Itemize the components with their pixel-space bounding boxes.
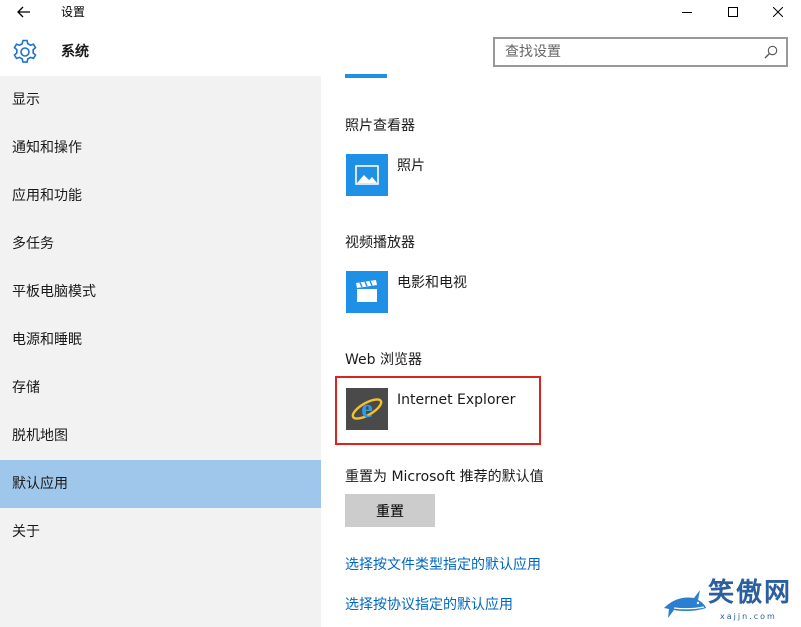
close-icon bbox=[773, 7, 783, 17]
maximize-button[interactable] bbox=[710, 0, 756, 24]
photo-viewer-heading: 照片查看器 bbox=[345, 118, 415, 134]
sidebar: 系统 显示 通知和操作 应用和功能 多任务 平板电脑模式 电源和睡眠 存储 脱机… bbox=[0, 24, 321, 627]
sidebar-header: 系统 bbox=[0, 24, 321, 76]
choose-by-protocol-link[interactable]: 选择按协议指定的默认应用 bbox=[345, 596, 513, 614]
photos-app-name[interactable]: 照片 bbox=[397, 157, 425, 175]
close-button[interactable] bbox=[755, 0, 801, 24]
sidebar-item-label: 多任务 bbox=[12, 236, 54, 252]
sidebar-item-notifications[interactable]: 通知和操作 bbox=[0, 124, 321, 172]
movies-tv-app-name[interactable]: 电影和电视 bbox=[397, 274, 467, 292]
sidebar-item-label: 存储 bbox=[12, 380, 40, 396]
minimize-icon bbox=[682, 12, 692, 13]
sidebar-item-label: 默认应用 bbox=[12, 476, 68, 492]
watermark-text: 笑傲网 bbox=[708, 578, 793, 608]
sidebar-item-display[interactable]: 显示 bbox=[0, 76, 321, 124]
title-bar: 设置 bbox=[0, 0, 801, 24]
sidebar-item-label: 通知和操作 bbox=[12, 140, 82, 156]
internet-explorer-app-name[interactable]: Internet Explorer bbox=[397, 391, 515, 409]
movies-tv-icon[interactable] bbox=[346, 271, 388, 313]
svg-text:e: e bbox=[361, 394, 373, 423]
sidebar-item-about[interactable]: 关于 bbox=[0, 508, 321, 556]
sidebar-item-label: 关于 bbox=[12, 524, 40, 540]
sidebar-item-label: 显示 bbox=[12, 92, 40, 108]
section-title: 系统 bbox=[61, 44, 89, 60]
back-arrow-icon bbox=[17, 6, 30, 18]
search-box[interactable] bbox=[493, 37, 788, 67]
sidebar-item-default-apps[interactable]: 默认应用 bbox=[0, 460, 321, 508]
reset-button[interactable]: 重置 bbox=[345, 494, 435, 527]
search-input[interactable] bbox=[505, 44, 745, 60]
sidebar-item-tablet-mode[interactable]: 平板电脑模式 bbox=[0, 268, 321, 316]
sidebar-item-apps-features[interactable]: 应用和功能 bbox=[0, 172, 321, 220]
window-title: 设置 bbox=[61, 5, 86, 19]
sidebar-item-label: 应用和功能 bbox=[12, 188, 82, 204]
maximize-icon bbox=[728, 7, 738, 17]
watermark-sub: xajjn.com bbox=[720, 612, 777, 621]
sidebar-item-label: 脱机地图 bbox=[12, 428, 68, 444]
sidebar-item-multitasking[interactable]: 多任务 bbox=[0, 220, 321, 268]
photos-icon[interactable] bbox=[346, 154, 388, 196]
sidebar-item-power-sleep[interactable]: 电源和睡眠 bbox=[0, 316, 321, 364]
gear-icon bbox=[12, 39, 38, 65]
reset-heading: 重置为 Microsoft 推荐的默认值 bbox=[345, 469, 544, 485]
previous-app-tile-edge bbox=[345, 74, 387, 78]
sidebar-item-label: 电源和睡眠 bbox=[12, 332, 82, 348]
internet-explorer-icon[interactable]: e bbox=[346, 388, 388, 430]
video-player-heading: 视频播放器 bbox=[345, 235, 415, 251]
web-browser-heading: Web 浏览器 bbox=[345, 352, 422, 368]
search-icon[interactable] bbox=[764, 45, 778, 59]
back-button[interactable] bbox=[8, 0, 40, 24]
choose-by-file-type-link[interactable]: 选择按文件类型指定的默认应用 bbox=[345, 556, 541, 574]
shark-logo-icon bbox=[664, 590, 706, 618]
minimize-button[interactable] bbox=[664, 0, 710, 24]
sidebar-item-offline-maps[interactable]: 脱机地图 bbox=[0, 412, 321, 460]
sidebar-item-storage[interactable]: 存储 bbox=[0, 364, 321, 412]
sidebar-item-label: 平板电脑模式 bbox=[12, 284, 96, 300]
watermark: 笑傲网 xajjn.com bbox=[660, 576, 801, 627]
